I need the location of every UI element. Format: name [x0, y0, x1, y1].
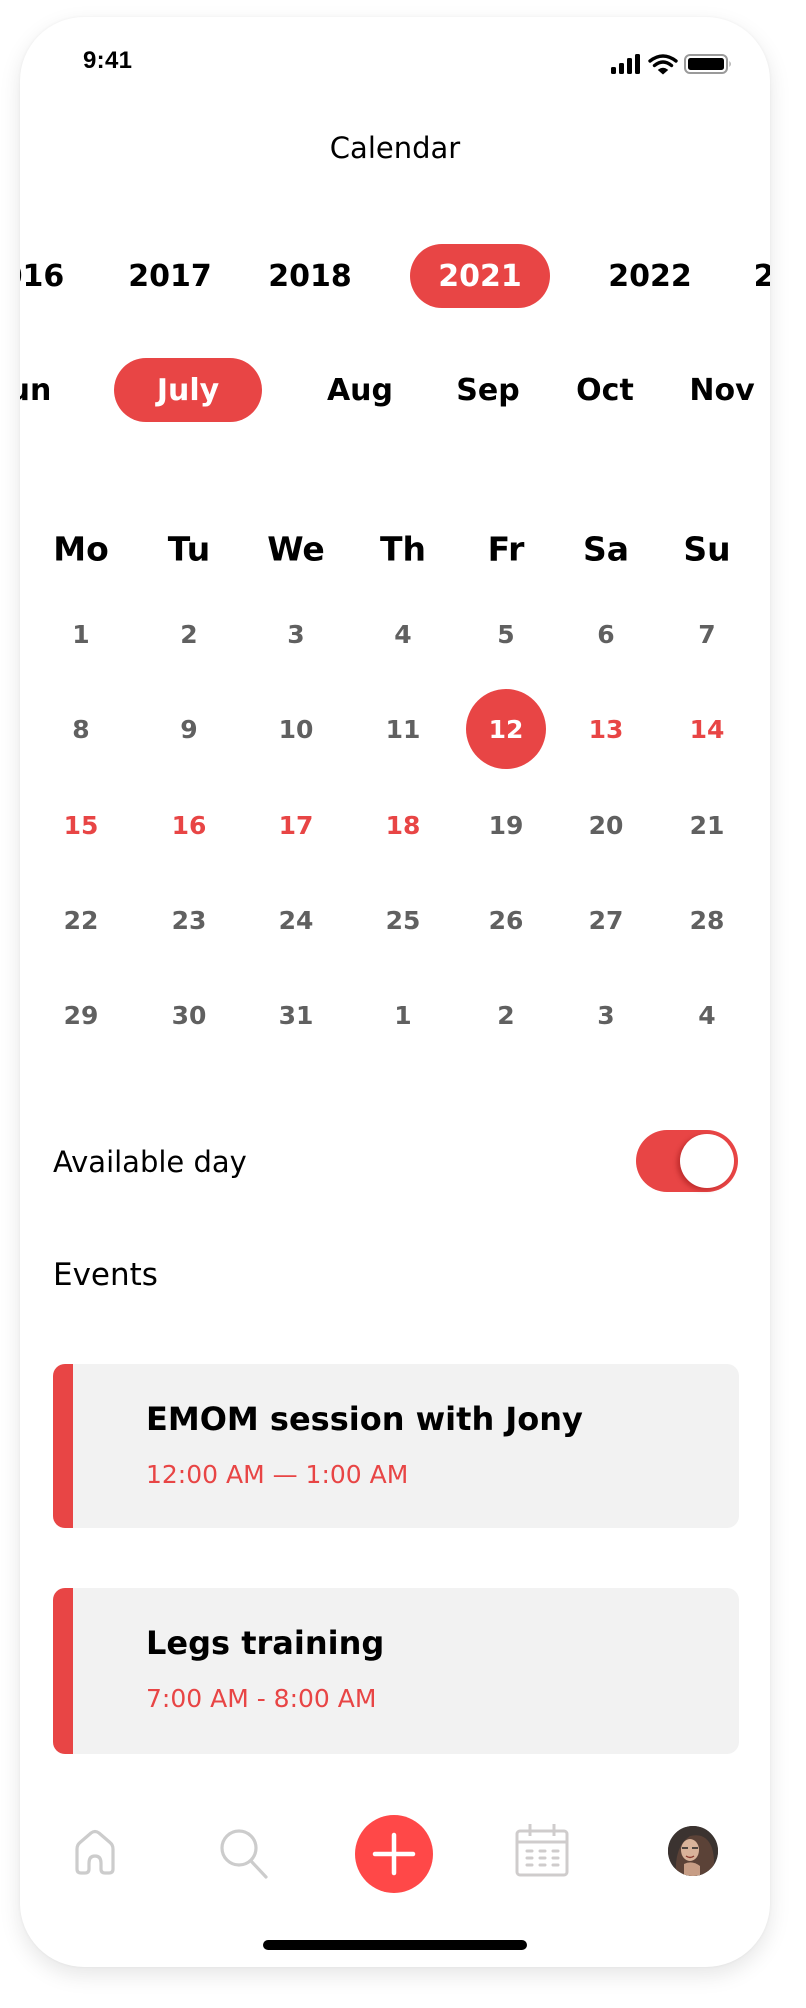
calendar-day[interactable]: 3 — [256, 594, 336, 674]
calendar-day[interactable]: 2 — [149, 594, 229, 674]
calendar-day-selected[interactable]: 12 — [466, 689, 546, 769]
calendar-day[interactable]: 3 — [566, 975, 646, 1055]
calendar-day[interactable]: 7 — [667, 594, 747, 674]
calendar-day[interactable]: 19 — [466, 785, 546, 865]
calendar-day[interactable]: 14 — [667, 689, 747, 769]
calendar-day[interactable]: 21 — [667, 785, 747, 865]
event-card[interactable]: Legs training 7:00 AM - 8:00 AM — [53, 1588, 739, 1754]
calendar-day[interactable]: 15 — [41, 785, 121, 865]
month-item[interactable]: Nov — [689, 376, 754, 406]
calendar-day[interactable]: 16 — [149, 785, 229, 865]
month-item[interactable]: un — [20, 376, 51, 406]
home-indicator — [263, 1940, 527, 1950]
month-item[interactable]: Aug — [327, 376, 393, 406]
weekday-header: Mo — [53, 529, 109, 569]
calendar-day[interactable]: 22 — [41, 880, 121, 960]
page-title: Calendar — [329, 131, 461, 165]
available-day-toggle[interactable] — [636, 1130, 738, 1192]
year-item[interactable]: 016 — [20, 262, 64, 292]
search-icon[interactable] — [216, 1825, 272, 1881]
weekday-header: Su — [683, 529, 731, 569]
calendar-day[interactable]: 28 — [667, 880, 747, 960]
avatar-image — [668, 1826, 718, 1876]
calendar-day[interactable]: 9 — [149, 689, 229, 769]
cellular-signal-icon — [611, 54, 640, 74]
weekday-header: Fr — [487, 529, 525, 569]
year-item[interactable]: 2022 — [608, 262, 692, 292]
event-card[interactable]: EMOM session with Jony 12:00 AM — 1:00 A… — [53, 1364, 739, 1528]
toggle-knob — [680, 1134, 734, 1188]
event-time: 12:00 AM — 1:00 AM — [146, 1460, 409, 1489]
month-item[interactable]: Sep — [456, 376, 519, 406]
phone-screen: 9:41 Calendar 016 2017 2018 2021 2022 2 — [20, 17, 770, 1967]
event-accent-bar — [53, 1588, 73, 1754]
calendar-day[interactable]: 24 — [256, 880, 336, 960]
calendar-day[interactable]: 4 — [667, 975, 747, 1055]
event-time: 7:00 AM - 8:00 AM — [146, 1684, 377, 1713]
weekday-header: We — [267, 529, 325, 569]
wifi-icon — [648, 54, 678, 75]
calendar-icon[interactable] — [515, 1823, 569, 1877]
calendar-day[interactable]: 4 — [363, 594, 443, 674]
status-icons — [611, 54, 731, 75]
month-item-selected[interactable]: July — [114, 358, 262, 422]
calendar-day[interactable]: 10 — [256, 689, 336, 769]
calendar-day[interactable]: 6 — [566, 594, 646, 674]
year-item-selected[interactable]: 2021 — [410, 244, 550, 308]
calendar-day[interactable]: 18 — [363, 785, 443, 865]
year-selected-label: 2021 — [438, 258, 522, 294]
weekday-header: Tu — [167, 529, 211, 569]
month-selected-label: July — [156, 372, 220, 408]
calendar-day[interactable]: 5 — [466, 594, 546, 674]
weekday-header: Sa — [582, 529, 630, 569]
events-heading: Events — [53, 1257, 158, 1293]
calendar-day[interactable]: 8 — [41, 689, 121, 769]
calendar-day[interactable]: 23 — [149, 880, 229, 960]
calendar-day[interactable]: 20 — [566, 785, 646, 865]
plus-icon — [372, 1832, 416, 1876]
status-time: 9:41 — [83, 47, 133, 74]
calendar-day[interactable]: 30 — [149, 975, 229, 1055]
available-day-label: Available day — [53, 1145, 247, 1179]
calendar-day[interactable]: 13 — [566, 689, 646, 769]
calendar-day[interactable]: 31 — [256, 975, 336, 1055]
calendar-day[interactable]: 11 — [363, 689, 443, 769]
calendar-day[interactable]: 1 — [41, 594, 121, 674]
battery-icon — [684, 54, 731, 74]
year-item[interactable]: 2 — [754, 262, 770, 292]
add-event-button[interactable] — [355, 1815, 433, 1893]
year-item[interactable]: 2018 — [268, 262, 352, 292]
event-accent-bar — [53, 1364, 73, 1528]
calendar-day[interactable]: 2 — [466, 975, 546, 1055]
calendar-day[interactable]: 29 — [41, 975, 121, 1055]
month-item[interactable]: Oct — [576, 376, 634, 406]
calendar-day[interactable]: 17 — [256, 785, 336, 865]
year-item[interactable]: 2017 — [128, 262, 212, 292]
event-title: EMOM session with Jony — [146, 1400, 583, 1438]
profile-avatar[interactable] — [668, 1826, 718, 1876]
weekday-header: Th — [379, 529, 427, 569]
home-icon[interactable] — [71, 1829, 119, 1877]
event-title: Legs training — [146, 1624, 385, 1662]
calendar-day[interactable]: 27 — [566, 880, 646, 960]
calendar-day[interactable]: 25 — [363, 880, 443, 960]
calendar-day[interactable]: 26 — [466, 880, 546, 960]
calendar-day[interactable]: 1 — [363, 975, 443, 1055]
